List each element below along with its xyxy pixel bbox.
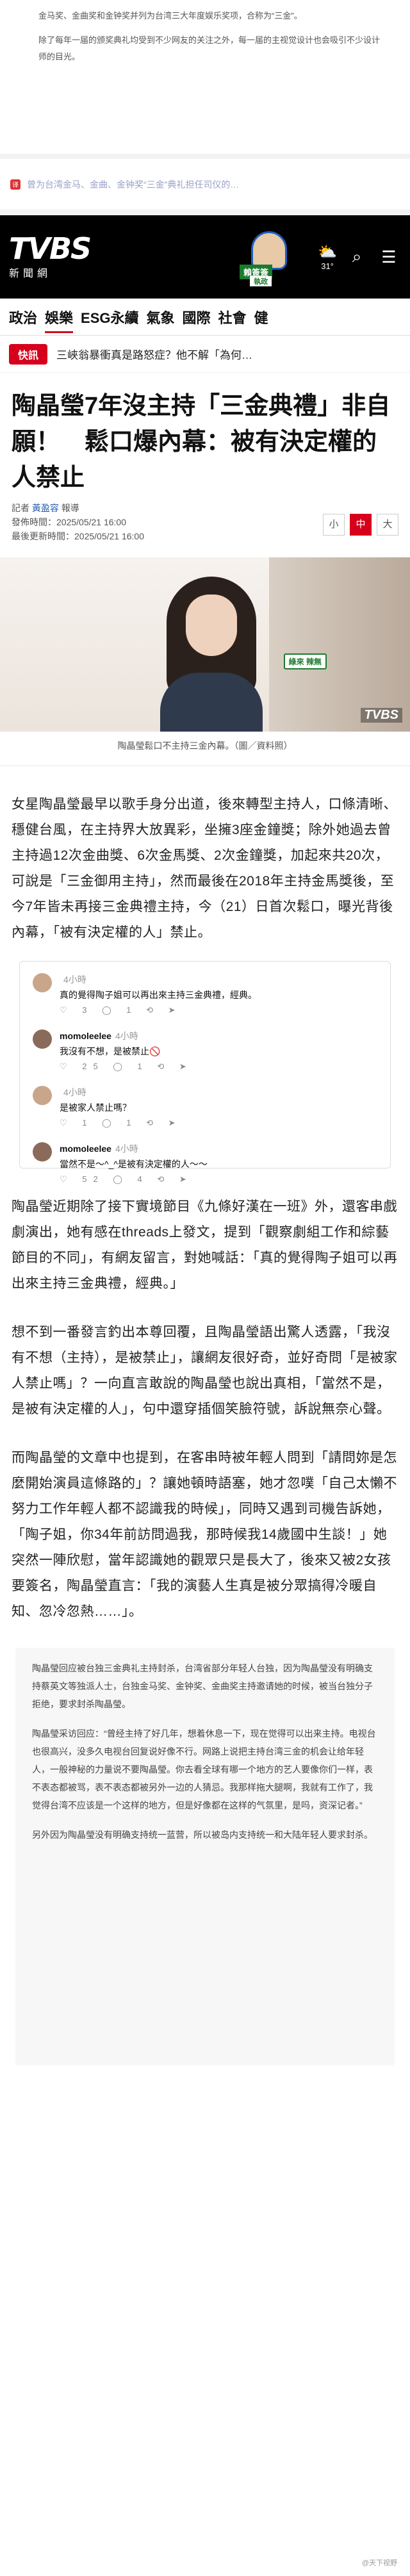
promo-tag-2: 執政: [250, 276, 272, 286]
thread-text: 真的覺得陶子姐可以再出來主持三金典禮，經典。: [60, 990, 257, 1000]
nav-item-international[interactable]: 國際: [183, 299, 218, 335]
font-small-button[interactable]: 小: [323, 514, 345, 536]
thread-actions: ♡ 3 ◯ 1 ⟲ ➤: [60, 1005, 182, 1015]
menu-icon[interactable]: ☰: [377, 247, 401, 267]
font-size-controls: 小 中 大: [323, 514, 398, 536]
translation-quote-box: 陶晶瑩回应被台独三金典礼主持封杀，台湾省部分年轻人台独，因为陶晶瑩没有明确支持蔡…: [15, 1648, 395, 2065]
divider: [0, 210, 410, 215]
article-headline: 陶晶瑩7年沒主持「三金典禮」非自願！ 鬆口爆內幕：被有決定權的人禁止: [12, 393, 391, 491]
sun-cloud-icon: ⛅: [318, 243, 337, 261]
threads-screenshot: 4小時 真的覺得陶子姐可以再出來主持三金典禮，經典。 ♡ 3 ◯ 1 ⟲ ➤ m…: [19, 961, 391, 1184]
translate-icon: 译: [10, 179, 20, 190]
weather-temp: 31°: [321, 261, 334, 271]
avatar: [33, 1142, 52, 1161]
translation-summary-text: 曾为台湾金马、金曲、金钟奖“三金”典礼担任司仪的…: [27, 179, 240, 190]
site-header: TVBS 新聞網 賴簽簽 執政 ⛅ 31° ⌕ ☰: [0, 215, 410, 299]
article-paragraph-3: 想不到一番發言釣出本尊回覆，且陶晶瑩語出驚人透露，「我沒有不想（主持），是被禁止…: [12, 1325, 398, 1416]
breaking-text[interactable]: 三峽翁暴衝真是路怒症？他不解「為何…: [56, 346, 252, 362]
avatar: [33, 1030, 52, 1049]
note-paragraph-2: 除了每年一届的颁奖典礼均受到不少网友的关注之外，每一届的主视觉设计也会吸引不少设…: [38, 35, 381, 62]
weibo-watermark: @天下视野: [361, 2559, 397, 2567]
thread-post: 4小時 真的覺得陶子姐可以再出來主持三金典禮，經典。 ♡ 3 ◯ 1 ⟲ ➤: [33, 973, 377, 1015]
quote-paragraph-1: 陶晶瑩回应被台独三金典礼主持封杀，台湾省部分年轻人台独，因为陶晶瑩没有明确支持蔡…: [32, 1663, 373, 1709]
nav-item-esg[interactable]: ESG永續: [81, 299, 146, 335]
promo-portrait: [251, 231, 288, 270]
thread-post: momoleelee 4小時 當然不是～^_^是被有決定權的人～～ ♡ 52 ◯ …: [33, 1142, 377, 1185]
search-icon[interactable]: ⌕: [345, 247, 369, 267]
nav-item-weather[interactable]: 氣象: [147, 299, 183, 335]
photo-label: 綠來 辣無: [283, 653, 327, 669]
thread-user: momoleelee: [60, 1144, 111, 1154]
thread-time: 4小時: [115, 1144, 138, 1154]
quote-paragraph-2: 陶晶瑩采访回应：“曾经主持了好几年，想着休息一下，现在觉得可以出来主持。电视台也…: [32, 1728, 376, 1810]
thread-text: 我沒有不想，是被禁止🚫: [60, 1046, 161, 1056]
avatar: [33, 973, 52, 992]
promo-banner[interactable]: 賴簽簽 執政: [233, 227, 310, 286]
thread-text: 當然不是～^_^是被有決定權的人～～: [60, 1159, 208, 1169]
thread-text: 是被家人禁止嗎？: [60, 1103, 131, 1113]
article-photo[interactable]: 綠來 辣無 TVBS: [0, 557, 410, 732]
thread-post: 4小時 是被家人禁止嗎？ ♡ 1 ◯ 1 ⟲ ➤: [33, 1086, 377, 1128]
nav-item-entertainment[interactable]: 娛樂: [45, 299, 81, 335]
tvbs-logo[interactable]: TVBS 新聞網: [9, 230, 96, 284]
avatar: [33, 1086, 52, 1105]
nav-item-politics[interactable]: 政治: [9, 299, 45, 335]
weather-widget[interactable]: ⛅ 31°: [318, 243, 337, 271]
quote-paragraph-3: 另外因为陶晶瑩没有明确支持统一蓝营，所以被岛内支持统一和大陆年轻人要求封杀。: [32, 1830, 373, 1840]
breaking-badge: 快訊: [9, 343, 48, 365]
font-large-button[interactable]: 大: [377, 514, 398, 536]
translation-summary[interactable]: 译 曾为台湾金马、金曲、金钟奖“三金”典礼担任司仪的…: [0, 159, 410, 210]
article-paragraph-1: 女星陶晶瑩最早以歌手身分出道，後來轉型主持人，口條清晰、穩健台風，在主持界大放異…: [12, 797, 397, 940]
thread-post: momoleelee 4小時 我沒有不想，是被禁止🚫 ♡ 25 ◯ 1 ⟲ ➤: [33, 1030, 377, 1072]
note-paragraph-1: 金马奖、金曲奖和金钟奖并列为台湾三大年度娱乐奖项，合称为“三金”。: [38, 11, 302, 21]
nav-item-society[interactable]: 社會: [218, 299, 254, 335]
thread-actions: ♡ 25 ◯ 1 ⟲ ➤: [60, 1062, 193, 1071]
photo-watermark: TVBS: [360, 708, 402, 723]
thread-actions: ♡ 52 ◯ 4 ⟲ ➤: [60, 1174, 193, 1184]
category-nav: 政治 娛樂 ESG永續 氣象 國際 社會 健: [0, 299, 410, 336]
byline-prefix: 記者: [12, 503, 29, 513]
thread-actions: ♡ 1 ◯ 1 ⟲ ➤: [60, 1118, 182, 1128]
font-medium-button[interactable]: 中: [350, 514, 372, 536]
portrait: [160, 577, 263, 732]
article-paragraph-4: 而陶晶瑩的文章中也提到，在客串時被年輕人問到「請問妳是怎麼開始演員這條路的」？讓…: [12, 1450, 397, 1619]
thread-time: 4小時: [115, 1031, 138, 1041]
translation-note: 金马奖、金曲奖和金钟奖并列为台湾三大年度娱乐奖项，合称为“三金”。 除了每年一届…: [0, 0, 410, 154]
nav-item-health[interactable]: 健: [254, 299, 276, 335]
logo-main: TVBS: [9, 231, 92, 266]
reporter-link[interactable]: 黃盈容: [32, 503, 59, 513]
byline-suffix: 報導: [61, 503, 79, 513]
article-paragraph-2: 陶晶瑩近期除了接下實境節目《九條好漢在一班》外，還客串戲劇演出，她有感在thre…: [12, 1199, 398, 1291]
thread-time: 4小時: [63, 974, 86, 985]
logo-sub: 新聞網: [9, 268, 52, 279]
thread-time: 4小時: [63, 1087, 86, 1097]
thread-user: momoleelee: [60, 1031, 111, 1041]
breaking-news-bar[interactable]: 快訊 三峽翁暴衝真是路怒症？他不解「為何…: [0, 336, 410, 373]
article-meta: 記者 黃盈容 報導 發佈時間：2025/05/21 16:00 最後更新時間：2…: [0, 501, 410, 548]
photo-caption: 陶晶瑩鬆口不主持三金內幕。（圖／資料照）: [0, 732, 410, 766]
byline: 記者 黃盈容 報導: [12, 501, 398, 515]
divider: [0, 154, 410, 159]
